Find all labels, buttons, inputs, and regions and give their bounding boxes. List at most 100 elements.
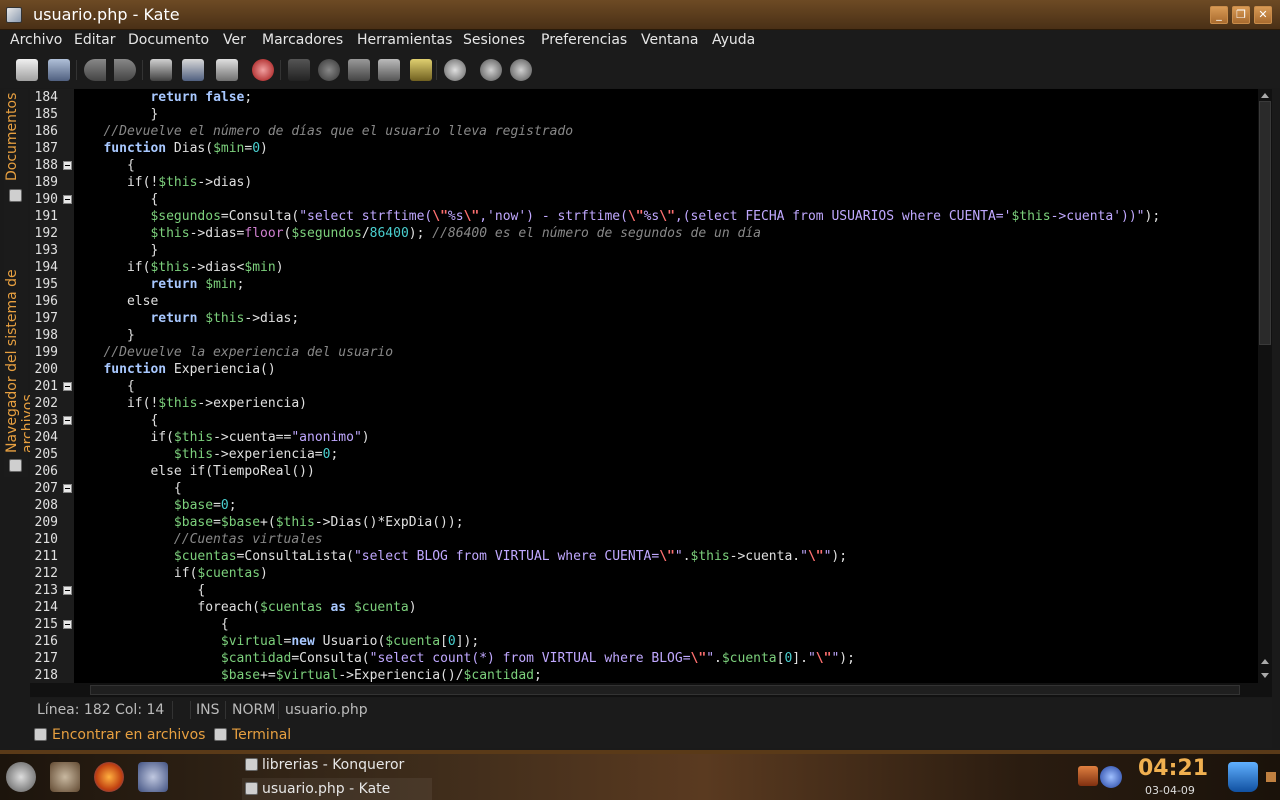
menu-editar[interactable]: Editar [74,32,115,48]
code-line[interactable]: return false; [80,89,252,106]
code-line[interactable]: function Dias($min=0) [80,140,267,157]
fold-toggle[interactable] [63,620,72,629]
code-line[interactable]: return $min; [80,276,244,293]
input-mode[interactable]: NORM [232,702,275,718]
copy-icon[interactable] [378,59,400,81]
home-folder-icon[interactable] [50,762,80,792]
code-line[interactable]: { [80,191,158,208]
scroll-up-arrow-lower[interactable] [1261,659,1269,664]
code-line[interactable]: foreach($cuentas as $cuenta) [80,599,416,616]
tab-documentos[interactable]: Documentos [4,89,28,185]
close-file-icon[interactable] [252,59,274,81]
maximize-button[interactable]: ❐ [1232,6,1250,24]
menu-documento[interactable]: Documento [128,32,209,48]
code-line[interactable]: $segundos=Consulta("select strftime(\"%s… [80,208,1160,225]
back-icon[interactable] [84,59,106,81]
code-line[interactable]: //Cuentas virtuales [80,531,323,548]
menu-herramientas[interactable]: Herramientas [357,32,452,48]
code-line[interactable]: if($this->cuenta=="anonimo") [80,429,369,446]
code-line[interactable]: else [80,293,158,310]
close-button[interactable]: ✕ [1254,6,1272,24]
code-line[interactable]: if(!$this->dias) [80,174,252,191]
menu-marcadores[interactable]: Marcadores [262,32,343,48]
horizontal-scrollbar[interactable] [30,683,1272,697]
tab-terminal[interactable]: Terminal [210,724,291,746]
code-line[interactable]: $this->dias=floor($segundos/86400); //86… [80,225,761,242]
code-line[interactable]: { [80,582,205,599]
task-konqueror[interactable]: librerias - Konqueror [242,754,432,776]
undo-icon[interactable] [288,59,310,81]
kde-menu-icon[interactable] [6,762,36,792]
code-line[interactable]: //Devuelve el número de días que el usua… [80,123,573,140]
code-line[interactable]: if($cuentas) [80,565,268,582]
open-file-icon[interactable] [48,59,70,81]
fold-toggle[interactable] [63,586,72,595]
code-line[interactable]: if($this->dias<$min) [80,259,284,276]
save-as-icon[interactable] [182,59,204,81]
tray-back-icon[interactable] [1078,766,1098,786]
panel-hide-icon[interactable] [1266,772,1276,782]
code-line[interactable]: } [80,242,158,259]
code-line[interactable]: return $this->dias; [80,310,299,327]
fold-toggle[interactable] [63,161,72,170]
menu-ventana[interactable]: Ventana [641,32,699,48]
code-editor[interactable]: 184 return false; 185 } 186 //Devuelve el … [30,89,1258,683]
menu-preferencias[interactable]: Preferencias [541,32,627,48]
trash-icon[interactable] [1228,762,1258,792]
minimize-button[interactable]: _ [1210,6,1228,24]
fold-toggle[interactable] [63,484,72,493]
code-line[interactable]: $base=0; [80,497,237,514]
code-line[interactable]: $base=$base+($this->Dias()*ExpDia()); [80,514,464,531]
tray-network-icon[interactable] [1100,766,1122,788]
konqueror-task-icon [245,758,258,771]
find-icon[interactable] [444,59,466,81]
forward-icon[interactable] [114,59,136,81]
code-line[interactable]: $cantidad=Consulta("select count(*) from… [80,650,855,667]
code-line[interactable]: $base+=$virtual->Experiencia()/$cantidad… [80,667,542,683]
title-bar[interactable]: usuario.php - Kate _ ❐ ✕ [0,0,1280,30]
code-line[interactable]: //Devuelve la experiencia del usuario [80,344,393,361]
code-line[interactable]: $this->experiencia=0; [80,446,338,463]
code-line[interactable]: else if(TiempoReal()) [80,463,314,480]
menu-ayuda[interactable]: Ayuda [712,32,755,48]
code-line[interactable]: $virtual=new Usuario($cuenta[0]); [80,633,479,650]
insert-mode[interactable]: INS [196,702,220,718]
code-line[interactable]: { [80,157,135,174]
paste-icon[interactable] [410,59,432,81]
code-line[interactable]: function Experiencia() [80,361,275,378]
menu-archivo[interactable]: Archivo [10,32,62,48]
replace-icon[interactable] [510,59,532,81]
scroll-up-arrow[interactable] [1261,93,1269,98]
code-line[interactable]: $cuentas=ConsultaLista("select BLOG from… [80,548,847,565]
code-line[interactable]: if(!$this->experiencia) [80,395,307,412]
clock-time[interactable]: 04:21 [1138,756,1208,781]
new-file-icon[interactable] [16,59,38,81]
print-icon[interactable] [216,59,238,81]
firefox-icon[interactable] [94,762,124,792]
tab-filesystem-browser[interactable]: Navegador del sistema de archivos [4,207,36,457]
code-line[interactable]: { [80,412,158,429]
task-kate[interactable]: usuario.php - Kate [242,778,432,800]
tab-find-in-files[interactable]: Encontrar en archivos [30,724,205,746]
kate-app-icon[interactable] [6,7,22,23]
menu-sesiones[interactable]: Sesiones [463,32,525,48]
menu-ver[interactable]: Ver [223,32,246,48]
find-next-icon[interactable] [480,59,502,81]
code-line[interactable]: } [80,327,135,344]
horizontal-scroll-thumb[interactable] [90,685,1240,695]
vertical-scroll-thumb[interactable] [1259,101,1271,345]
scroll-down-arrow[interactable] [1261,673,1269,678]
cut-icon[interactable] [348,59,370,81]
code-line[interactable]: { [80,616,229,633]
code-line[interactable]: } [80,106,158,123]
save-icon[interactable] [150,59,172,81]
redo-icon[interactable] [318,59,340,81]
konqueror-icon[interactable] [138,762,168,792]
line-number: 188 [34,158,58,173]
code-line[interactable]: { [80,480,182,497]
fold-toggle[interactable] [63,382,72,391]
code-line[interactable]: { [80,378,135,395]
vertical-scrollbar[interactable] [1258,89,1272,683]
fold-toggle[interactable] [63,195,72,204]
fold-toggle[interactable] [63,416,72,425]
